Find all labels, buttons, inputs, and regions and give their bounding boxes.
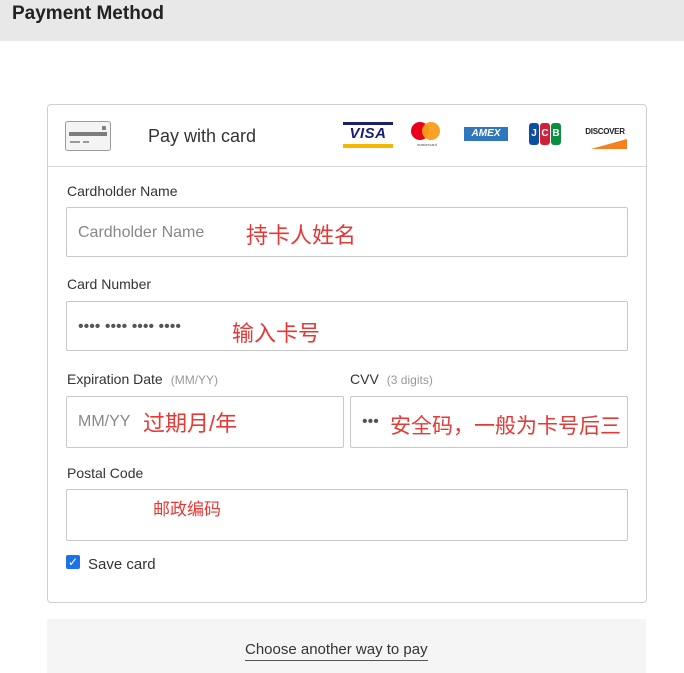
expiration-date-hint: (MM/YY) [170, 373, 219, 387]
cvv-label: CVV (3 digits) [350, 371, 433, 387]
visa-logo-icon: VISA [343, 120, 393, 150]
credit-card-icon [65, 121, 111, 151]
alt-payment-section: Choose another way to pay [47, 619, 646, 673]
postal-code-input[interactable] [66, 489, 628, 541]
card-number-annotation: 输入卡号 [232, 321, 321, 346]
page-title: Payment Method [12, 3, 165, 24]
discover-logo-icon: DISCOVER [581, 120, 629, 150]
postal-code-annotation: 邮政编码 [153, 500, 221, 519]
cvv-placeholder: ••• [362, 413, 379, 430]
mastercard-logo-icon: mastercard [407, 120, 447, 150]
expiration-date-label: Expiration Date (MM/YY) [67, 371, 219, 387]
jcb-logo-icon: J C B [528, 120, 562, 150]
cardholder-name-label: Cardholder Name [67, 183, 178, 199]
amex-logo-icon: AMEX [464, 120, 508, 150]
card-number-placeholder: •••• •••• •••• •••• [78, 318, 181, 335]
header-bar: Payment Method [0, 0, 684, 41]
expiration-date-placeholder: MM/YY [78, 413, 131, 430]
pay-with-card-label: Pay with card [148, 126, 257, 146]
choose-another-way-link[interactable]: Choose another way to pay [245, 641, 428, 661]
cardholder-name-placeholder: Cardholder Name [78, 224, 205, 241]
cvv-annotation: 安全码，一般为卡号后三 [390, 415, 621, 438]
cvv-hint: (3 digits) [386, 373, 433, 387]
save-card-label: Save card [88, 556, 156, 573]
card-number-label: Card Number [67, 276, 152, 292]
cardholder-name-annotation: 持卡人姓名 [246, 223, 357, 248]
expiration-date-annotation: 过期月/年 [143, 411, 238, 436]
card-panel-header: Pay with card VISA mastercard AMEX J C B… [48, 105, 646, 167]
postal-code-label: Postal Code [67, 465, 144, 481]
save-card-checkbox[interactable]: ✓ [66, 555, 80, 569]
card-number-input[interactable]: •••• •••• •••• •••• [66, 301, 628, 351]
